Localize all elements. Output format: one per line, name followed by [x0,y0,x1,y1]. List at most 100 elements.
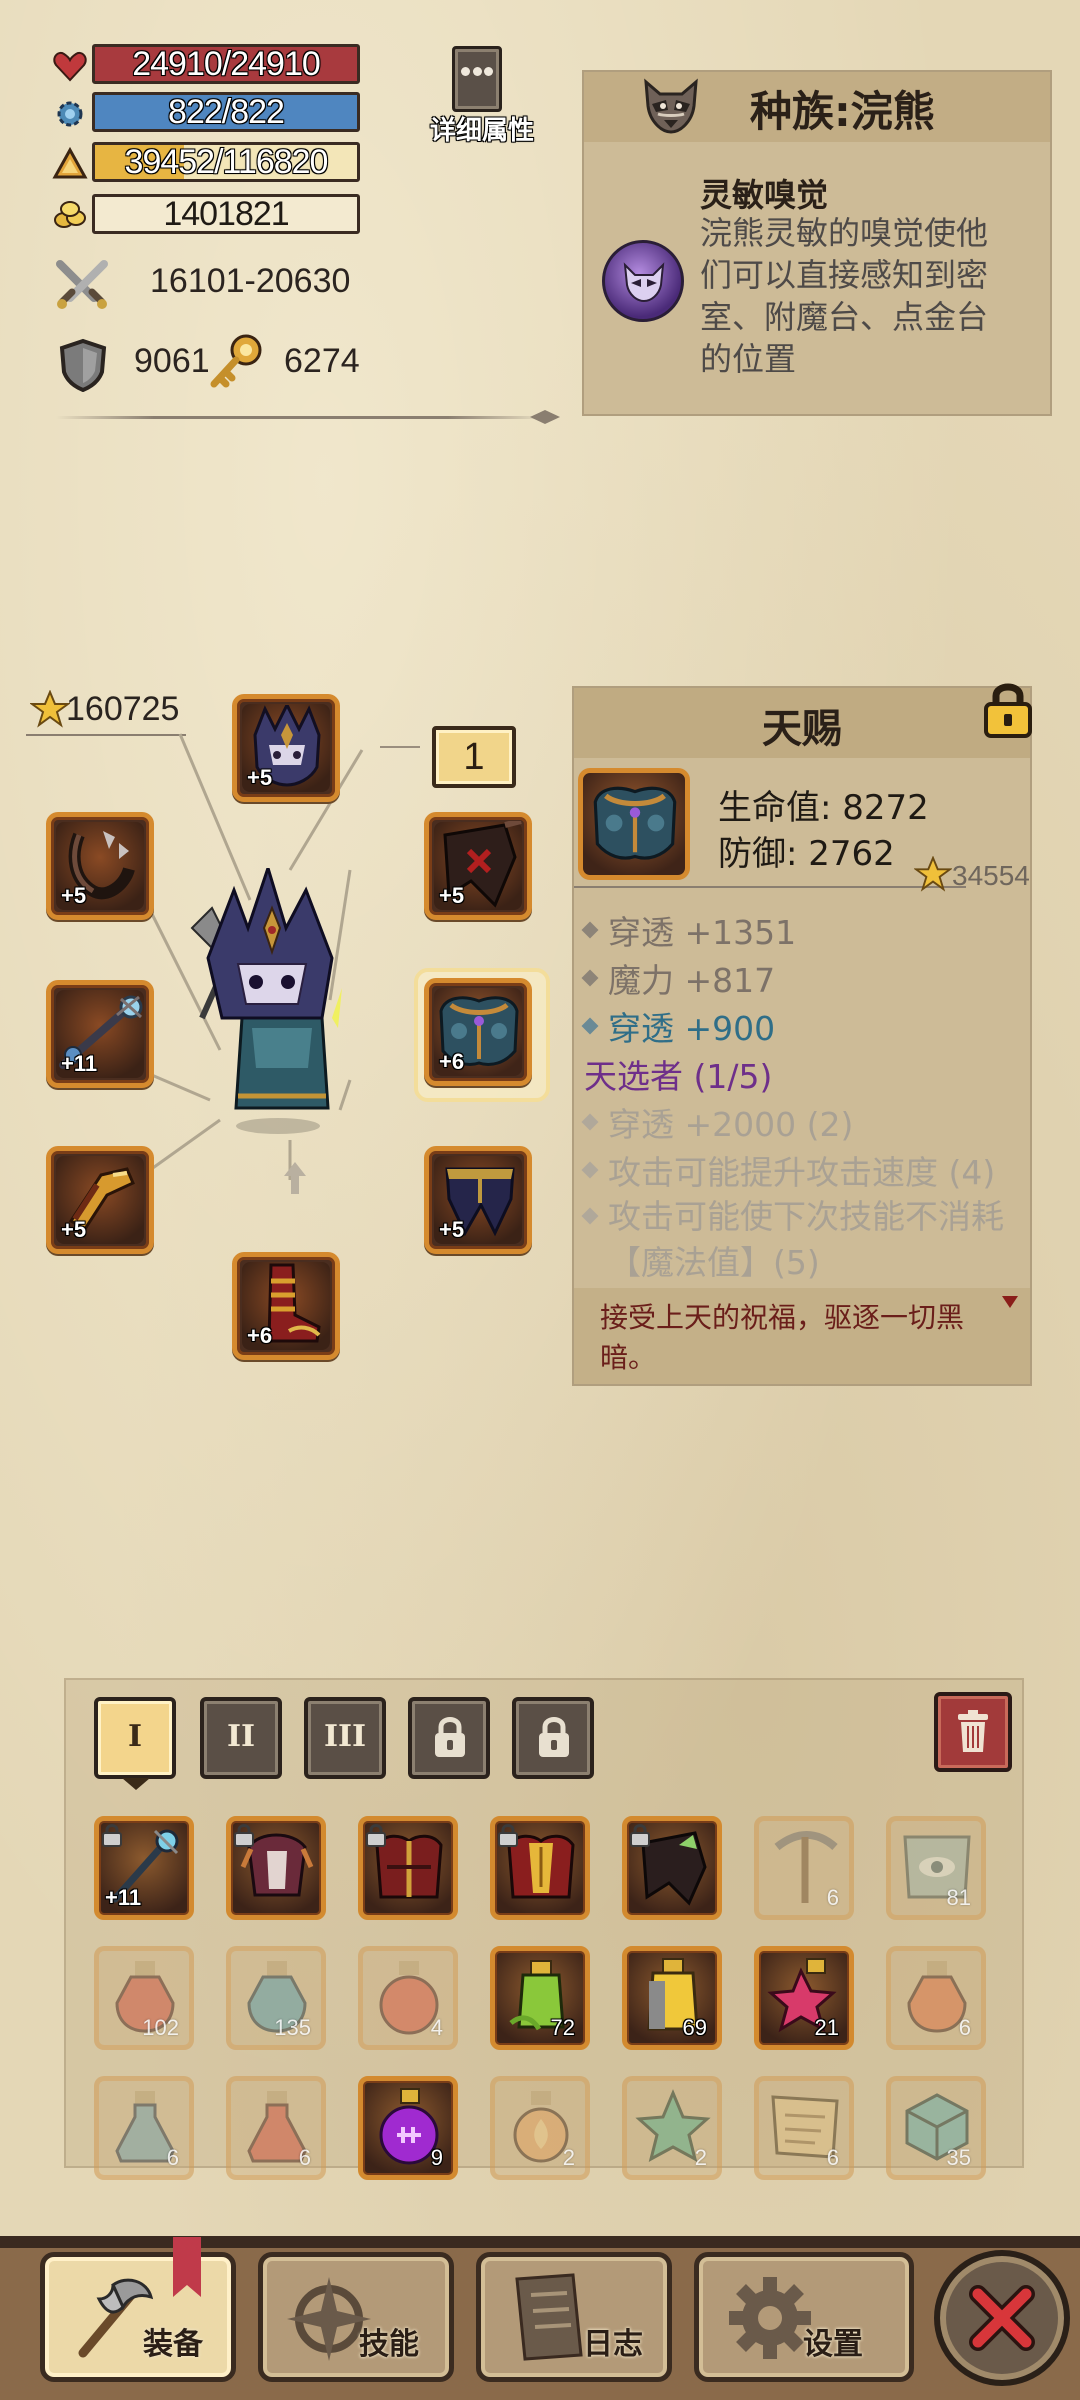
set-marker[interactable]: 1 [432,726,516,788]
scroll-down-icon[interactable] [1002,1296,1018,1308]
tab-locked-5[interactable] [512,1697,594,1779]
tab-page-1[interactable]: I [94,1697,176,1779]
mana-icon [57,101,83,127]
lock-icon [102,1824,122,1847]
item-title: 天赐 [762,706,842,752]
arrow-up-icon [284,1162,306,1194]
inventory-slot[interactable]: 69 [622,1946,722,2050]
slot-enhance: +5 [247,765,273,790]
inventory-slot[interactable]: 6 [754,2076,854,2180]
divider [56,416,546,419]
slot-ring[interactable]: +5 [46,1146,154,1254]
attribute-text: 穿透 +900 [608,1009,776,1048]
bullet-icon [581,969,599,987]
inventory-slot[interactable]: 4 [358,1946,458,2050]
bookmark-ribbon [173,2237,201,2297]
inventory-slot[interactable] [226,1816,326,1920]
journal-icon [515,2273,583,2361]
slot-armor[interactable]: +6 [424,978,532,1086]
inventory-slot[interactable]: 6 [886,1946,986,2050]
inventory-slot[interactable]: 2 [622,2076,722,2180]
slot-boots[interactable]: +6 [232,1252,340,1360]
slot-cape[interactable]: +5 [424,812,532,920]
attribute-row: 魔力 +817 [581,954,1024,1002]
bullet-icon [581,1017,599,1035]
nav-skills[interactable]: 技能 [258,2252,454,2382]
item-count: 102 [142,2015,179,2040]
item-divider [574,886,966,888]
lock-icon [539,1717,569,1757]
trait-badge[interactable] [602,240,684,322]
raccoon-sense-icon [623,262,665,303]
crossed-swords-icon [56,260,108,309]
gold-bar: 1401821 [92,194,360,234]
inventory-slot[interactable]: 6 [754,1816,854,1920]
inventory-slot[interactable]: 6 [94,2076,194,2180]
star-icon [914,856,952,892]
nav-settings[interactable]: 设置 [694,2252,914,2382]
inventory-slot[interactable] [490,1816,590,1920]
inventory-slot[interactable]: 6 [226,2076,326,2180]
inventory-slot[interactable] [622,1816,722,1920]
tab-locked-4[interactable] [408,1697,490,1779]
attribute-text: 穿透 +1351 [608,913,797,952]
item-defense: 防御: 2762 [718,834,895,874]
inventory-slot[interactable] [358,1816,458,1920]
detail-stats-button[interactable] [452,46,502,112]
nav-settings-label: 设置 [803,2327,863,2362]
inventory-slot[interactable]: 9 [358,2076,458,2180]
inventory-slot[interactable]: +11 [94,1816,194,1920]
slot-legs[interactable]: +5 [424,1146,532,1254]
inventory-slot[interactable]: 21 [754,1946,854,2050]
connector-line [380,746,420,748]
nav-equipment[interactable]: 装备 [40,2237,236,2382]
trash-icon [958,1710,988,1752]
set-bonus-row: 穿透 +2000 (2) [581,1098,1024,1146]
inventory-slot[interactable]: 81 [886,1816,986,1920]
item-count: 2 [562,2145,575,2170]
experience-icon [52,146,88,179]
hp-bar: 24910/24910 [92,44,360,84]
item-icon-frame [578,768,690,880]
inventory-slot[interactable]: 72 [490,1946,590,2050]
inventory-slot[interactable]: 102 [94,1946,194,2050]
armor-icon [593,786,677,860]
tab-page-2[interactable]: II [200,1697,282,1779]
slot-weapon[interactable]: +11 [46,980,154,1088]
mp-bar: 822/822 [92,92,360,132]
tab-page-3[interactable]: III [304,1697,386,1779]
bullet-icon [581,1161,599,1179]
slot-helmet[interactable]: +5 [232,694,340,802]
axe-icon [78,2278,154,2358]
lock-icon [366,1824,386,1847]
inventory-slot[interactable]: 35 [886,2076,986,2180]
attribute-row: 穿透 +1351 [581,906,1024,954]
more-icon [461,67,493,81]
slot-enhance: +5 [61,883,87,908]
item-count: 72 [550,2015,575,2040]
lock-icon [234,1824,254,1847]
inventory-slot[interactable]: 2 [490,2076,590,2180]
detail-stats-label[interactable]: 详细属性 [430,110,534,147]
nav-log[interactable]: 日志 [476,2252,672,2382]
trash-button[interactable] [934,1692,1012,1772]
xp-bar: 39452/116820 [92,142,360,182]
set-bonus-text: 攻击可能提升攻击速度 (4) [608,1153,996,1192]
lock-icon[interactable] [982,680,1034,740]
slot-enhance: +5 [439,1217,465,1242]
item-score: 34554 [952,860,1030,891]
item-count: 6 [958,2015,971,2040]
game-screen: 24910/24910 822/822 39452/116820 1401821 [0,0,1080,2400]
item-count: 21 [814,2015,839,2040]
divider-ornament [530,410,560,424]
race-title: 种族:浣熊 [750,87,935,136]
slot-enhance: +5 [61,1217,87,1242]
inventory-slot[interactable]: 135 [226,1946,326,2050]
race-panel: 种族:浣熊 灵敏嗅觉 浣熊灵敏的嗅觉使他们可以直接感知到密室、附魔台、点金台的位… [582,70,1052,416]
slot-necklace[interactable]: +5 [46,812,154,920]
close-button[interactable] [934,2250,1070,2386]
slot-enhance: +6 [439,1049,465,1074]
item-detail-panel: 天赐 生命值: 8272 防御: 2762 34554 穿透 +1351 魔力 … [572,683,1032,1386]
raccoon-icon [644,78,698,134]
item-count: 6 [298,2145,311,2170]
